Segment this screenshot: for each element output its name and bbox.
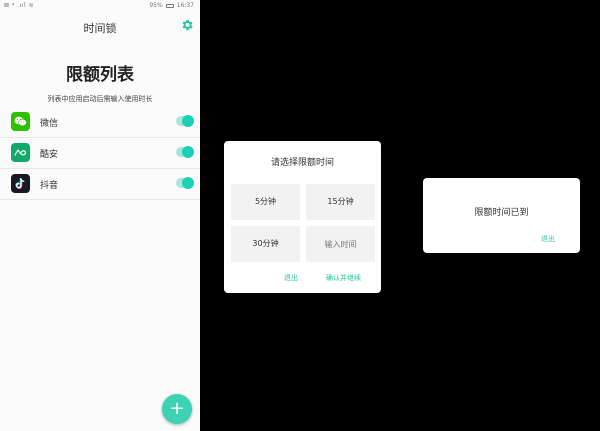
- battery-icon: [165, 3, 174, 8]
- list-item-wechat[interactable]: 微信: [0, 108, 200, 138]
- douyin-icon: [11, 174, 30, 193]
- gear-icon[interactable]: [180, 18, 194, 32]
- limit-time-dialog: 请选择限额时间 5分钟 15分钟 30分钟 退出 确认并继续: [224, 141, 381, 293]
- option-30min[interactable]: 30分钟: [231, 226, 300, 262]
- toggle-knob: [182, 115, 194, 127]
- toggle-switch[interactable]: [176, 146, 194, 158]
- toggle-knob: [182, 177, 194, 189]
- app-title: 时间锁: [83, 22, 117, 35]
- list-item-coolapk[interactable]: 酷安: [0, 139, 200, 169]
- app-name: 抖音: [40, 181, 59, 191]
- toggle-switch[interactable]: [176, 177, 194, 189]
- status-bar: ⊠ ᵍ .ııl ≋ 95% 16:37: [0, 0, 200, 12]
- page-title: 限额列表: [66, 65, 134, 85]
- limit-dialog-screen: 请选择限额时间 5分钟 15分钟 30分钟 退出 确认并继续: [202, 0, 400, 431]
- dialog-message: 限额时间已到: [474, 208, 529, 218]
- limit-list-screen: ⊠ ᵍ .ııl ≋ 95% 16:37 时间锁 限额列表 列表中应用启动后需输…: [0, 0, 200, 431]
- app-name: 微信: [40, 119, 59, 129]
- option-15min[interactable]: 15分钟: [306, 184, 375, 220]
- option-5min[interactable]: 5分钟: [231, 184, 300, 220]
- toggle-switch[interactable]: [176, 115, 194, 127]
- limit-reached-screen: 限额时间已到 退出: [402, 0, 600, 431]
- status-icons: ⊠ ᵍ .ııl ≋: [4, 2, 35, 9]
- wechat-icon: [11, 112, 30, 131]
- confirm-continue-button[interactable]: 确认并继续: [326, 273, 361, 283]
- clock: 16:37: [176, 2, 194, 9]
- exit-button[interactable]: 退出: [541, 234, 555, 244]
- app-name: 酷安: [40, 150, 59, 160]
- add-button[interactable]: +: [162, 394, 192, 424]
- limit-reached-dialog: 限额时间已到 退出: [423, 178, 580, 253]
- page-subtitle: 列表中应用启动后需输入使用时长: [47, 95, 153, 103]
- list-item-douyin[interactable]: 抖音: [0, 170, 200, 200]
- battery-level: 95%: [149, 2, 163, 9]
- dialog-title: 请选择限额时间: [270, 158, 334, 168]
- custom-time-input[interactable]: [306, 226, 375, 262]
- toggle-knob: [182, 146, 194, 158]
- exit-button[interactable]: 退出: [284, 273, 298, 283]
- status-right: 95% 16:37: [149, 2, 194, 9]
- coolapk-icon: [11, 143, 30, 162]
